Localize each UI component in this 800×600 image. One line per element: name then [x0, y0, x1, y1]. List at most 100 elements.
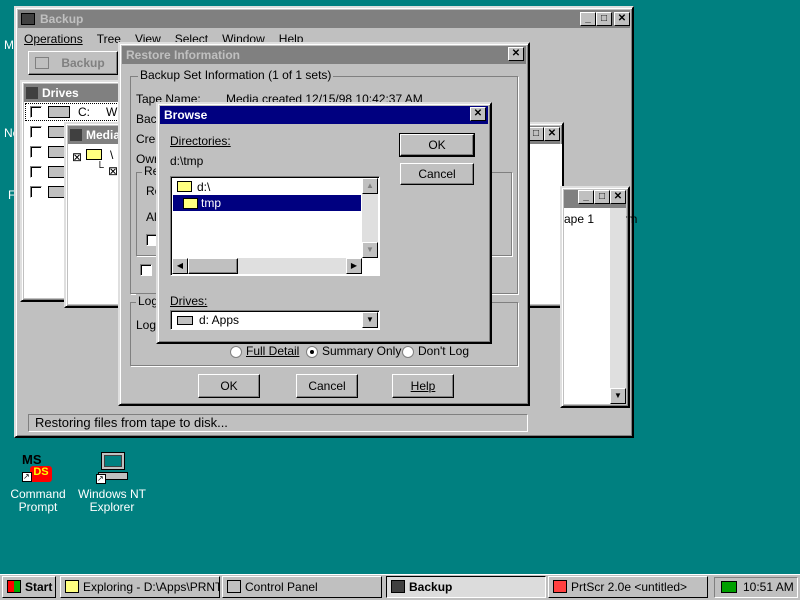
drive-checkbox[interactable]	[30, 106, 42, 118]
desktop-icon-nt-explorer[interactable]: ↗ Windows NT Explorer	[78, 450, 146, 516]
scroll-down-button[interactable]: ▼	[362, 242, 378, 258]
browse-titlebar[interactable]: Browse	[160, 106, 488, 124]
folder-icon	[86, 149, 102, 160]
desktop-icon-command-prompt[interactable]: MS DS ↗ Command Prompt	[10, 450, 66, 516]
open-folder-icon	[177, 181, 192, 192]
dont-log-radio[interactable]	[402, 346, 414, 358]
toolbar-backup-label: Backup	[61, 56, 105, 70]
open-folder-icon	[183, 198, 198, 209]
media-tree: ⊠ \ └ ⊠	[68, 144, 122, 304]
taskbar-item-label: Backup	[409, 580, 453, 594]
drive-checkbox[interactable]	[30, 146, 42, 158]
taskbar-item-control-panel[interactable]: Control Panel	[222, 576, 382, 598]
media-icon	[70, 129, 82, 141]
summary-only-label[interactable]: Summary Only	[322, 344, 401, 358]
log-file-label: Log	[136, 318, 157, 332]
drive-letter: C:	[78, 105, 90, 119]
close-button[interactable]: ✕	[614, 12, 630, 26]
tape-window: _ □ ✕ ape 1 norm ▼	[560, 186, 637, 408]
verify-checkbox[interactable]	[140, 264, 152, 276]
full-detail-label[interactable]: Full Detail	[246, 344, 299, 358]
menu-operations[interactable]: Operations	[24, 32, 83, 48]
horizontal-scrollbar[interactable]: ◀ ▶	[172, 258, 362, 274]
desktop-edge-label: M	[4, 38, 14, 52]
chevron-down-icon[interactable]: ▼	[362, 312, 378, 328]
drive-checkbox[interactable]	[30, 166, 42, 178]
directory-list[interactable]: d:\ tmp ▲ ▼ ◀ ▶	[170, 176, 380, 276]
tape-scrollbar[interactable]: ▼	[610, 208, 626, 404]
drive-select-value: d: Apps	[199, 313, 240, 327]
dont-log-label[interactable]: Don't Log	[418, 344, 469, 358]
start-label: Start	[25, 580, 53, 594]
scroll-left-button[interactable]: ◀	[172, 258, 188, 274]
clock: 10:51 AM	[743, 580, 794, 594]
backup-title: Backup	[40, 12, 84, 26]
media-title: Media	[86, 128, 121, 142]
full-detail-radio[interactable]	[230, 346, 242, 358]
system-tray: 10:51 AM	[714, 577, 798, 598]
windows-logo-icon	[7, 580, 21, 593]
media-close-button[interactable]: ✕	[544, 127, 560, 141]
taskbar-item-label: Control Panel	[245, 580, 318, 594]
hard-drive-icon	[48, 106, 70, 118]
backup-app-icon	[21, 13, 35, 25]
restore-help-button[interactable]: Help	[392, 374, 454, 398]
scroll-down-button[interactable]: ▼	[610, 388, 626, 404]
drive-checkbox[interactable]	[30, 126, 42, 138]
taskbar-item-label: PrtScr 2.0e <untitled>	[571, 580, 688, 594]
status-text: Restoring files from tape to disk...	[35, 415, 228, 430]
control-panel-icon	[227, 580, 241, 593]
nt-explorer-icon: ↗	[96, 452, 128, 484]
taskbar-item-prtscr[interactable]: PrtScr 2.0e <untitled>	[548, 576, 708, 598]
drive-select[interactable]: d: Apps ▼	[170, 310, 380, 330]
start-button[interactable]: Start	[2, 576, 56, 598]
list-item-tmp[interactable]: tmp	[173, 195, 361, 211]
status-bar: Restoring files from tape to disk...	[28, 414, 528, 432]
browse-close-button[interactable]: ✕	[470, 107, 486, 121]
tape-column: ape 1	[564, 212, 595, 226]
tree-item-label: tmp	[201, 196, 222, 210]
drive-icon	[177, 316, 193, 325]
backup-set-label: Bac	[136, 112, 157, 126]
list-item-root[interactable]: d:\	[175, 179, 361, 195]
media-maximize-button[interactable]: □	[528, 127, 544, 141]
restore-ok-button[interactable]: OK	[198, 374, 260, 398]
ms-dos-icon: MS DS ↗	[22, 452, 54, 484]
browse-cancel-button[interactable]: Cancel	[400, 163, 474, 185]
printer-icon[interactable]	[721, 581, 737, 593]
tape-list: ape 1 norm	[564, 208, 637, 404]
tree-item-label: d:\	[197, 180, 211, 194]
restore-titlebar[interactable]: Restore Information	[122, 46, 526, 64]
summary-only-radio[interactable]	[306, 346, 318, 358]
tape-close-button[interactable]: ✕	[610, 190, 626, 204]
scroll-up-button[interactable]: ▲	[362, 178, 378, 194]
current-path: d:\tmp	[170, 154, 204, 168]
explorer-icon	[65, 580, 79, 593]
backup-titlebar[interactable]: Backup	[18, 10, 630, 28]
drives-label: Drives:	[170, 294, 208, 308]
minimize-button[interactable]: _	[580, 12, 596, 26]
tape-minimize-button[interactable]: _	[578, 190, 594, 204]
icon-label-line2: Prompt	[18, 500, 58, 514]
drive-checkbox[interactable]	[30, 186, 42, 198]
backupset-group-label: Backup Set Information (1 of 1 sets)	[138, 68, 334, 82]
browse-title: Browse	[164, 108, 208, 122]
vertical-scrollbar[interactable]: ▲ ▼	[362, 178, 378, 258]
icon-label-line2: Explorer	[89, 500, 135, 514]
toolbar-backup-button[interactable]: Backup	[28, 51, 118, 75]
scroll-right-button[interactable]: ▶	[346, 258, 362, 274]
restore-close-button[interactable]: ✕	[508, 47, 524, 61]
maximize-button[interactable]: □	[596, 12, 612, 26]
tree-checkbox[interactable]: ⊠	[72, 150, 82, 164]
browse-ok-button[interactable]: OK	[399, 133, 475, 157]
browse-dialog: Browse ✕ Directories: d:\tmp d:\ tmp ▲ ▼…	[156, 102, 492, 344]
tree-checkbox[interactable]: ⊠	[108, 164, 118, 178]
restore-title: Restore Information	[126, 48, 241, 62]
taskbar-item-backup[interactable]: Backup	[386, 576, 546, 598]
prtscr-icon	[553, 580, 567, 593]
directories-label: Directories:	[170, 134, 231, 148]
restore-cancel-button[interactable]: Cancel	[296, 374, 358, 398]
taskbar-item-exploring[interactable]: Exploring - D:\Apps\PRNT...	[60, 576, 220, 598]
scroll-thumb[interactable]	[188, 258, 238, 274]
tape-maximize-button[interactable]: □	[594, 190, 610, 204]
